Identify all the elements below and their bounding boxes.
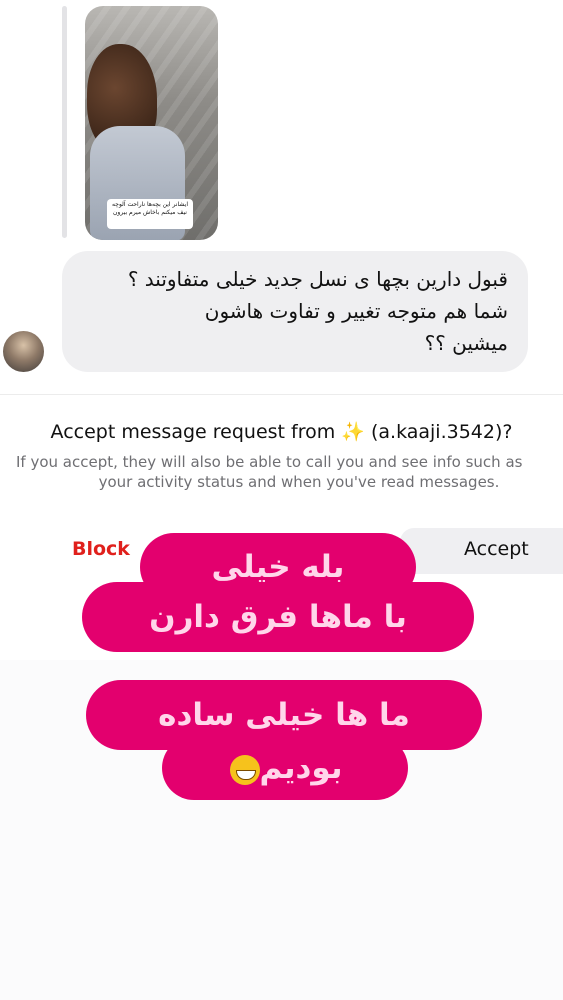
overlay-text-line: با ماها فرق دارن — [82, 582, 474, 652]
message-line: شما هم متوجه تغییر و تفاوت هاشون — [204, 299, 508, 323]
accept-button[interactable]: Accept — [400, 528, 563, 574]
overlay-text: بودیم — [259, 750, 343, 786]
message-bubble: قبول دارین بچها ی نسل جدید خیلی متفاوتند… — [62, 251, 528, 372]
sender-avatar[interactable] — [3, 331, 44, 372]
overlay-text-line-with-emoji: بودیم — [162, 736, 408, 800]
divider — [0, 394, 563, 395]
grinning-emoji-icon — [229, 754, 260, 785]
message-line: میشین ؟؟ — [424, 331, 508, 355]
request-subtitle-line: If you accept, they will also be able to… — [16, 453, 523, 471]
message-line: قبول دارین بچها ی نسل جدید خیلی متفاوتند… — [127, 267, 508, 291]
request-title: Accept message request from ✨ (a.kaaji.3… — [50, 421, 513, 443]
story-preview[interactable]: ایشانر این بچه‌ها ناراحت آلوچه نیف میکنم… — [85, 6, 218, 240]
block-button[interactable]: Block — [72, 538, 130, 560]
story-reply-bar — [62, 6, 67, 238]
request-subtitle-line: your activity status and when you've rea… — [98, 473, 500, 491]
story-text-sticker: ایشانر این بچه‌ها ناراحت آلوچه نیف میکنم… — [107, 199, 193, 229]
